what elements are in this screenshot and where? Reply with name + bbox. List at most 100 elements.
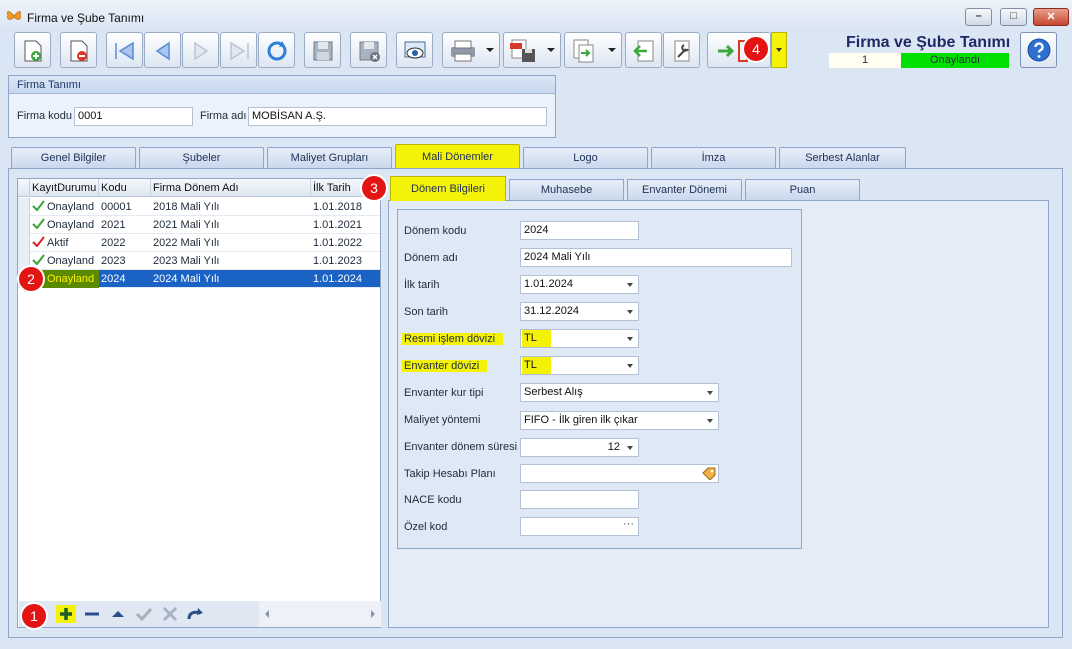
cancel-edit-button[interactable] — [160, 605, 180, 623]
lookup-icon[interactable] — [702, 467, 716, 480]
close-button[interactable]: ✕ — [1033, 8, 1069, 26]
donem-kodu-field[interactable]: 2024 — [520, 221, 639, 240]
tab-subeler[interactable]: Şubeler — [139, 147, 264, 168]
pdf-save-button[interactable] — [503, 32, 561, 68]
table-cell-date: 1.01.2018 — [311, 198, 380, 216]
check-icon — [32, 218, 45, 229]
table-row[interactable]: Onayland 00001 2018 Mali Yılı 1.01.2018 — [18, 198, 380, 216]
grid-navigator — [19, 601, 381, 627]
subtab-puan[interactable]: Puan — [745, 179, 860, 200]
new-record-button[interactable] — [14, 32, 51, 68]
firma-code-field[interactable]: 0001 — [74, 107, 193, 126]
cell-text: Aktif — [47, 237, 69, 249]
status-badge: Onaylandı — [901, 53, 1009, 68]
envanter-doviz-label: Envanter dövizi — [402, 360, 488, 372]
envanter-doviz-select[interactable]: TL — [520, 356, 639, 375]
prev-record-button[interactable] — [144, 32, 181, 68]
cell-text: Onayland — [47, 219, 95, 231]
tab-mali-donemler[interactable]: Mali Dönemler — [395, 144, 520, 169]
resmi-doviz-select[interactable]: TL — [520, 329, 639, 348]
save-cancel-button[interactable] — [350, 32, 387, 68]
check-icon — [32, 236, 45, 247]
column-header-name[interactable]: Firma Dönem Adı — [151, 179, 311, 197]
preview-button[interactable] — [396, 32, 433, 68]
table-row[interactable]: Onayland 2024 2024 Mali Yılı 1.01.2024 — [18, 270, 380, 288]
resmi-doviz-label: Resmi işlem dövizi — [402, 333, 504, 345]
tab-maliyet-gruplari[interactable]: Maliyet Grupları — [267, 147, 392, 168]
remove-row-button[interactable] — [82, 605, 102, 623]
table-cell-status: Onayland — [30, 252, 99, 270]
redo-button[interactable] — [186, 605, 206, 623]
exit-dropdown-button[interactable] — [771, 32, 787, 68]
cell-text: 2022 Mali Yılı — [153, 237, 220, 249]
column-header-status[interactable]: KayıtDurumu — [30, 179, 99, 197]
export-button[interactable] — [564, 32, 622, 68]
confirm-button[interactable] — [134, 605, 154, 623]
tab-genel-bilgiler[interactable]: Genel Bilgiler — [11, 147, 136, 168]
cell-text: 1.01.2023 — [313, 255, 362, 267]
first-record-button[interactable] — [106, 32, 143, 68]
save-cancel-icon — [359, 41, 380, 62]
tools-button[interactable] — [663, 32, 700, 68]
takip-hesabi-field[interactable] — [520, 464, 719, 483]
donem-suresi-spinner[interactable]: 12 — [520, 438, 639, 457]
minimize-button[interactable]: – — [965, 8, 992, 26]
cell-text: Onayland — [47, 255, 95, 267]
takip-hesabi-label: Takip Hesabı Planı — [404, 468, 496, 480]
nace-kodu-field[interactable] — [520, 490, 639, 509]
maximize-button[interactable]: □ — [1000, 8, 1027, 26]
prev-record-icon — [155, 41, 170, 61]
subtab-donem-bilgileri[interactable]: Dönem Bilgileri — [390, 176, 506, 201]
table-row[interactable]: Onayland 2021 2021 Mali Yılı 1.01.2021 — [18, 216, 380, 234]
redo-icon — [187, 608, 203, 620]
table-row[interactable]: Onayland 2023 2023 Mali Yılı 1.01.2023 — [18, 252, 380, 270]
ilk-tarih-field[interactable]: 1.01.2024 — [520, 275, 639, 294]
firma-name-field[interactable]: MOBİSAN A.Ş. — [248, 107, 547, 126]
delete-record-button[interactable] — [60, 32, 97, 68]
kur-tipi-select[interactable]: Serbest Alış — [520, 383, 719, 402]
print-button[interactable] — [442, 32, 500, 68]
next-record-button[interactable] — [182, 32, 219, 68]
cell-text: 2021 — [101, 219, 126, 231]
import-button[interactable] — [625, 32, 662, 68]
chevron-down-icon — [627, 337, 633, 341]
cancel-icon — [162, 606, 178, 622]
help-button[interactable] — [1020, 32, 1057, 68]
tab-logo[interactable]: Logo — [523, 147, 648, 168]
kur-tipi-label: Envanter kur tipi — [404, 387, 484, 399]
move-up-button[interactable] — [108, 605, 128, 623]
table-cell-name: 2023 Mali Yılı — [151, 252, 311, 270]
add-row-button[interactable] — [56, 605, 76, 623]
check-icon — [32, 200, 45, 211]
tab-imza[interactable]: İmza — [651, 147, 776, 168]
help-icon — [1027, 38, 1051, 62]
son-tarih-field[interactable]: 31.12.2024 — [520, 302, 639, 321]
table-cell-code: 2023 — [99, 252, 151, 270]
column-header-code[interactable]: Kodu — [99, 179, 151, 197]
import-icon — [633, 40, 654, 62]
donem-adi-label: Dönem adı — [404, 252, 458, 264]
window-title: Firma ve Şube Tanımı — [27, 11, 145, 25]
table-cell-name: 2024 Mali Yılı — [151, 270, 311, 288]
ozel-kod-field[interactable]: ··· — [520, 517, 639, 536]
cell-text: 1.01.2018 — [313, 201, 362, 213]
new-record-icon — [24, 40, 42, 62]
row-indicator[interactable] — [18, 234, 30, 252]
subtab-envanter-donemi[interactable]: Envanter Dönemi — [627, 179, 742, 200]
last-record-button[interactable] — [220, 32, 257, 68]
table-row[interactable]: Aktif 2022 2022 Mali Yılı 1.01.2022 — [18, 234, 380, 252]
row-indicator[interactable] — [18, 216, 30, 234]
horizontal-scrollbar[interactable] — [259, 601, 381, 627]
save-button[interactable] — [304, 32, 341, 68]
subtab-muhasebe[interactable]: Muhasebe — [509, 179, 624, 200]
ellipsis-icon[interactable]: ··· — [623, 516, 634, 533]
donem-adi-field[interactable]: 2024 Mali Yılı — [520, 248, 792, 267]
chevron-down-icon — [627, 446, 633, 450]
maliyet-yontemi-select[interactable]: FIFO - İlk giren ilk çıkar — [520, 411, 719, 430]
tab-serbest-alanlar[interactable]: Serbest Alanlar — [779, 147, 906, 168]
kur-tipi-value: Serbest Alış — [524, 386, 583, 398]
chevron-down-icon — [608, 48, 616, 52]
refresh-button[interactable] — [258, 32, 295, 68]
pdf-save-icon — [510, 39, 535, 62]
row-indicator[interactable] — [18, 198, 30, 216]
